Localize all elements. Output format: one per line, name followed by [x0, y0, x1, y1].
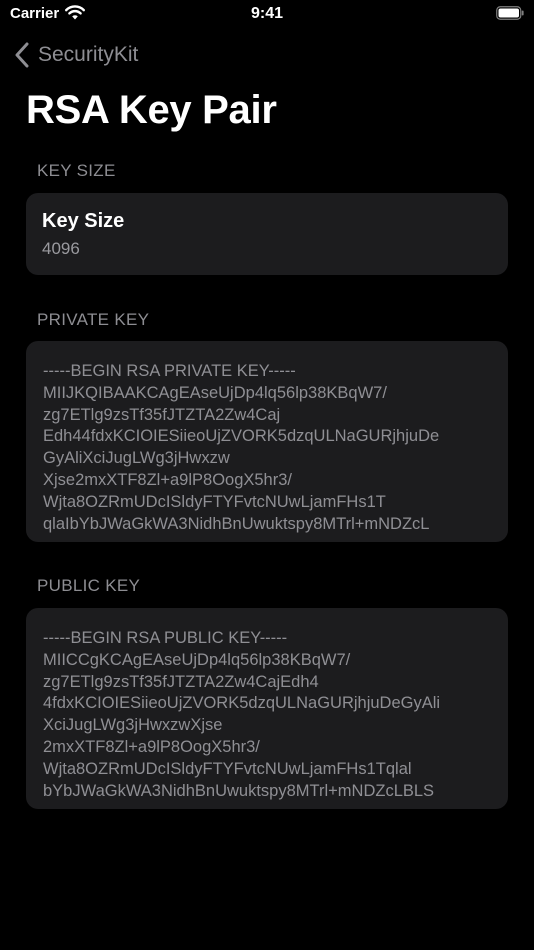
public-key-text[interactable]: -----BEGIN RSA PUBLIC KEY----- MIICCgKCA…	[43, 628, 503, 802]
back-button[interactable]: SecurityKit	[14, 40, 138, 70]
back-button-label: SecurityKit	[38, 43, 139, 66]
section-header-public-key: PUBLIC KEY	[37, 576, 141, 595]
key-size-title: Key Size	[42, 210, 125, 232]
section-header-key-size: KEY SIZE	[37, 161, 116, 180]
key-size-row[interactable]: Key Size 4096	[26, 193, 508, 275]
page-title: RSA Key Pair	[26, 88, 277, 132]
section-header-private-key: PRIVATE KEY	[37, 310, 150, 329]
status-time: 9:41	[250, 5, 284, 22]
public-key-card: -----BEGIN RSA PUBLIC KEY----- MIICCgKCA…	[26, 608, 508, 809]
private-key-text[interactable]: -----BEGIN RSA PRIVATE KEY----- MIIJKQIB…	[43, 361, 503, 535]
key-size-value: 4096	[42, 239, 80, 258]
battery-icon	[496, 6, 524, 20]
status-bar: Carrier 9:41	[0, 0, 534, 28]
chevron-left-icon	[15, 42, 29, 68]
private-key-card: -----BEGIN RSA PRIVATE KEY----- MIIJKQIB…	[26, 341, 508, 542]
